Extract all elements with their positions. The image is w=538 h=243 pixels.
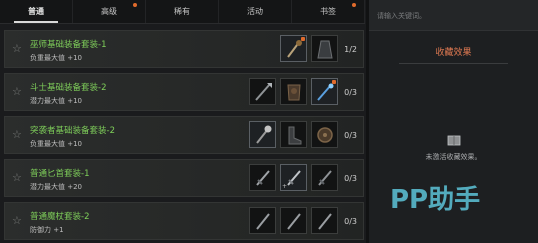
set-name: 突袭者基础装备套装-2 xyxy=(30,126,115,136)
watermark-logo: PP助手 xyxy=(390,185,480,215)
notification-dot xyxy=(352,3,356,7)
wand-icon xyxy=(256,213,270,230)
item-slot[interactable] xyxy=(311,35,338,62)
tab-event[interactable]: 活动 xyxy=(219,0,292,23)
item-slots xyxy=(280,35,338,62)
set-row[interactable]: ☆ 斗士基础装备套装-2 潜力最大值 +10 0/3 xyxy=(4,73,364,111)
item-slots xyxy=(249,207,338,234)
search-input[interactable]: 请输入关键词。 xyxy=(369,0,538,31)
dagger-icon xyxy=(318,170,332,186)
wand-icon xyxy=(318,213,332,230)
item-slots xyxy=(249,121,338,148)
set-row[interactable]: ☆ 普通魔杖套装-2 防御力 +1 0/3 xyxy=(4,202,364,240)
tab-label: 普通 xyxy=(28,7,44,16)
wand-icon xyxy=(287,213,301,230)
set-attribute: 负重最大值 +10 xyxy=(30,140,82,148)
collect-count: 0/3 xyxy=(344,217,357,226)
set-attribute: 负重最大值 +10 xyxy=(30,54,82,62)
collect-count: 0/3 xyxy=(344,174,357,183)
search-placeholder: 请输入关键词。 xyxy=(377,12,426,20)
tab-label: 稀有 xyxy=(174,7,190,16)
item-slots: + xyxy=(249,164,338,191)
tab-advanced[interactable]: 高级 xyxy=(73,0,146,23)
star-icon[interactable]: ☆ xyxy=(12,43,22,55)
star-icon[interactable]: ☆ xyxy=(12,215,22,227)
item-slot[interactable] xyxy=(311,207,338,234)
collect-count: 0/3 xyxy=(344,131,357,140)
book-icon xyxy=(447,135,461,146)
set-name: 普通匕首套装-1 xyxy=(30,169,90,179)
set-row[interactable]: ☆ 突袭者基础装备套装-2 负重最大值 +10 0/3 xyxy=(4,116,364,154)
collect-count: 0/3 xyxy=(344,88,357,97)
set-name: 普通魔杖套装-2 xyxy=(30,212,90,222)
tab-normal[interactable]: 普通 xyxy=(0,0,73,23)
notification-dot xyxy=(133,3,137,7)
item-slot[interactable] xyxy=(280,78,307,105)
category-tabs: 普通 高级 稀有 活动 书签 xyxy=(0,0,365,24)
tab-label: 书签 xyxy=(320,7,336,16)
item-slot[interactable] xyxy=(311,164,338,191)
robe-icon xyxy=(317,40,333,59)
item-slot[interactable] xyxy=(311,78,338,105)
item-slot[interactable] xyxy=(249,164,276,191)
dagger-icon xyxy=(256,170,270,186)
item-slot[interactable] xyxy=(311,121,338,148)
tab-rare[interactable]: 稀有 xyxy=(146,0,219,23)
tab-label: 高级 xyxy=(101,7,117,16)
staff-icon xyxy=(287,40,302,58)
svg-text:PP助手: PP助手 xyxy=(390,185,480,215)
star-icon[interactable]: ☆ xyxy=(12,172,22,184)
enhance-level: + xyxy=(282,183,288,190)
star-icon[interactable]: ☆ xyxy=(12,129,22,141)
set-attribute: 潜力最大值 +20 xyxy=(30,183,82,191)
item-slot[interactable] xyxy=(280,35,307,62)
empty-message: 未激活收藏效果。 xyxy=(425,153,482,161)
item-slot[interactable] xyxy=(280,207,307,234)
spear-icon xyxy=(255,83,272,101)
item-slot[interactable]: + xyxy=(280,164,307,191)
set-attribute: 防御力 +1 xyxy=(30,226,64,234)
collect-count: 1/2 xyxy=(344,45,357,54)
set-name: 斗士基础装备套装-2 xyxy=(30,83,107,93)
tab-label: 活动 xyxy=(247,7,263,16)
mace-icon xyxy=(256,125,272,144)
armor-icon xyxy=(287,84,301,101)
set-row[interactable]: ☆ 普通匕首套装-1 潜力最大值 +20 + 0/3 xyxy=(4,159,364,197)
tab-bookmark[interactable]: 书签 xyxy=(292,0,365,23)
boots-icon xyxy=(288,126,302,145)
magic-staff-icon xyxy=(317,83,334,101)
item-slots xyxy=(249,78,338,105)
panel-title: 收藏效果 xyxy=(435,48,472,58)
shield-icon xyxy=(317,127,333,143)
set-row[interactable]: ☆ 巫师基础装备套装-1 负重最大值 +10 1/2 xyxy=(4,30,364,68)
item-slot[interactable] xyxy=(249,78,276,105)
item-slot[interactable] xyxy=(249,121,276,148)
item-slot[interactable] xyxy=(249,207,276,234)
item-slot[interactable] xyxy=(280,121,307,148)
star-icon[interactable]: ☆ xyxy=(12,86,22,98)
set-name: 巫师基础装备套装-1 xyxy=(30,40,107,50)
title-divider xyxy=(399,63,508,64)
set-attribute: 潜力最大值 +10 xyxy=(30,97,82,105)
